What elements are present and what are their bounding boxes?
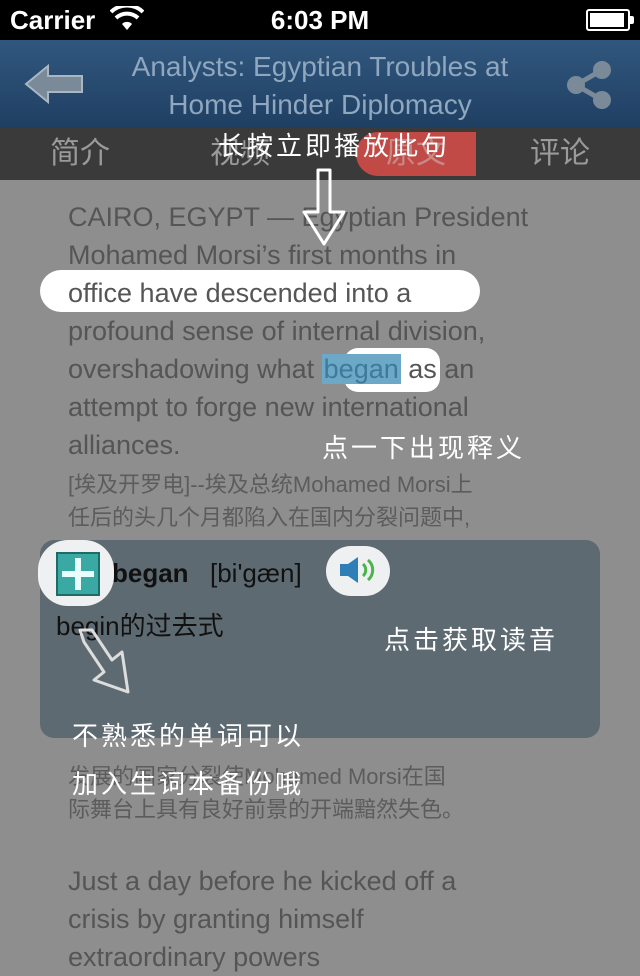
selected-word[interactable]: began: [321, 354, 401, 384]
article-title: Analysts: Egyptian Troubles at Home Hind…: [131, 51, 509, 120]
hint-arrow-icon: [302, 168, 346, 246]
tab-comments[interactable]: 评论: [500, 132, 620, 176]
nav-bar: Analysts: Egyptian Troubles at Home Hind…: [0, 40, 640, 128]
english-paragraph-2[interactable]: Just a day before he kicked off a crisis…: [68, 862, 588, 976]
text-line: Just a day before he kicked off a: [68, 866, 457, 896]
text-line: profound sense of internal division,: [68, 316, 486, 346]
back-arrow-icon[interactable]: [22, 62, 86, 106]
text-line: [埃及开罗电]--埃及总统Mohamed Morsi上: [68, 472, 473, 497]
text-line: as an: [400, 354, 475, 384]
battery-icon: [586, 9, 634, 31]
popup-phonetic: [bi'gæn]: [210, 558, 302, 588]
plus-icon[interactable]: [56, 552, 100, 596]
text-line: extraordinary powers: [68, 942, 321, 972]
text-line: overshadowing what: [68, 354, 322, 384]
text-line: Mohamed Morsi’s first months in: [68, 240, 457, 270]
text-line: attempt to forge new international: [68, 392, 469, 422]
annotation-add-word-1: 不熟悉的单词可以: [72, 722, 305, 752]
speaker-icon[interactable]: [338, 555, 382, 585]
popup-word: began: [112, 558, 189, 588]
text-line: 任后的头几个月都陷入在国内分裂问题中,: [68, 505, 471, 530]
text-line: alliances.: [68, 430, 181, 460]
annotation-tap-sound: 点击获取读音: [384, 626, 559, 656]
text-line: office have descended into a: [68, 278, 412, 308]
annotation-long-press: 长按立即播放此句: [218, 132, 451, 162]
tab-intro[interactable]: 简介: [20, 132, 140, 176]
clock: 6:03 PM: [270, 5, 370, 35]
annotation-add-word-2: 加入生词本备份哦: [72, 770, 305, 800]
status-bar: Carrier 6:03 PM: [0, 0, 640, 40]
text-line: crisis by granting himself: [68, 904, 364, 934]
share-icon[interactable]: [562, 58, 616, 112]
article-body: CAIRO, EGYPT — Egyptian President Mohame…: [40, 198, 588, 534]
chinese-translation-1: [埃及开罗电]--埃及总统Mohamed Morsi上 任后的头几个月都陷入在国…: [68, 468, 588, 534]
annotation-tap-definition: 点一下出现释义: [322, 434, 526, 464]
hint-arrow-icon: [78, 628, 130, 694]
